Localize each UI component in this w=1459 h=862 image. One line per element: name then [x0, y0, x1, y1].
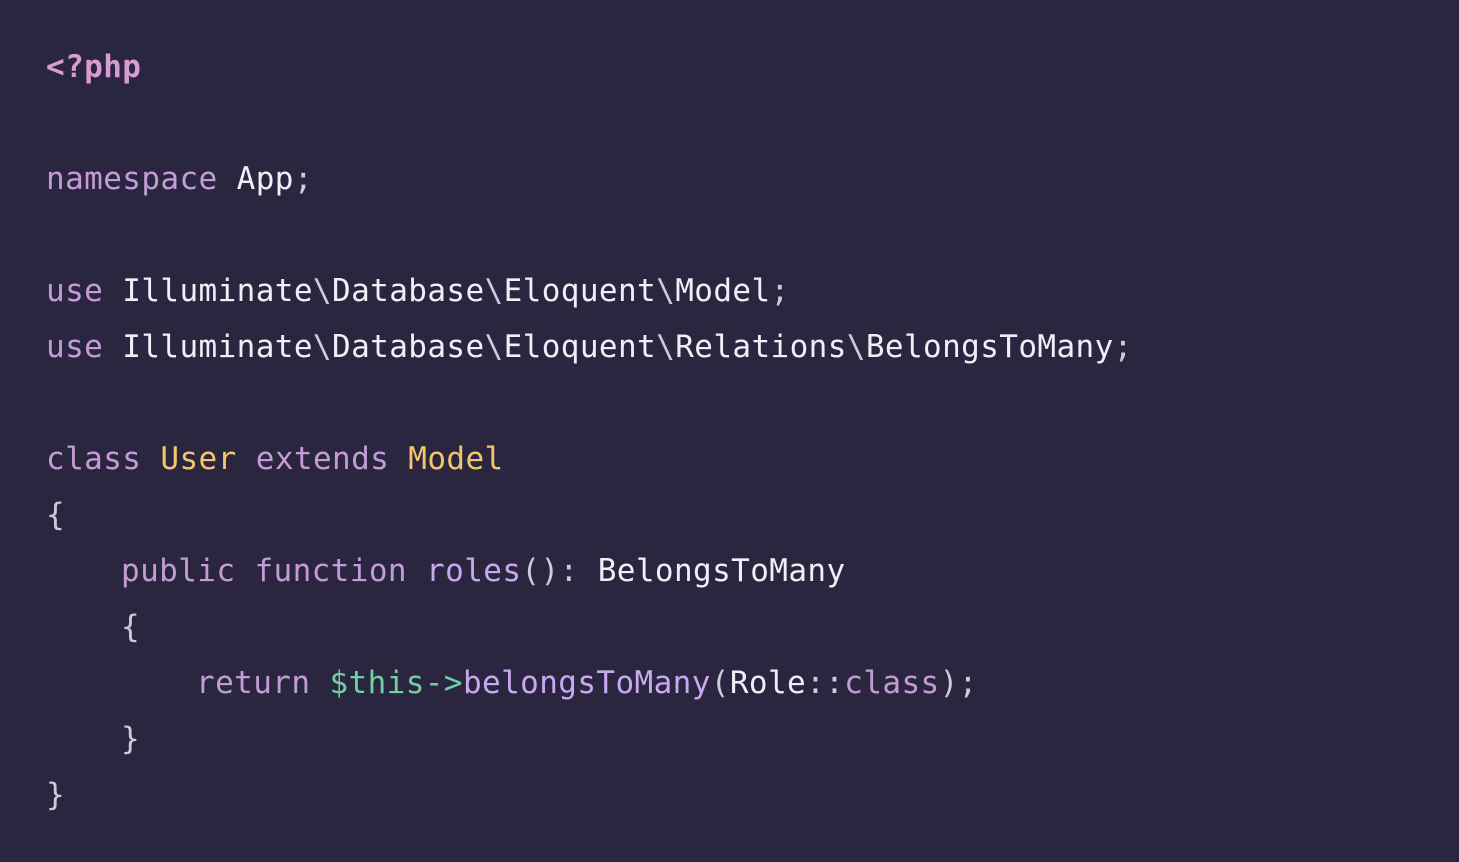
code-line-1: <?php [46, 39, 1459, 95]
code-editor: <?php namespace App; use Illuminate\Data… [0, 0, 1459, 862]
function-keyword: function [254, 553, 407, 589]
class-constant: class [844, 665, 940, 701]
parent-class-name: Model [408, 441, 504, 477]
object-operator: -> [424, 665, 463, 701]
method-close-brace: } [121, 721, 141, 757]
code-line-8: class User extends Model [46, 431, 1459, 487]
class-close-brace: } [46, 777, 66, 813]
code-line-13: } [46, 711, 1459, 767]
namespace-name: App [236, 161, 294, 197]
return-type-colon: : [559, 553, 579, 589]
use-keyword: use [46, 273, 104, 309]
namespace-separator: \ [312, 329, 332, 365]
method-parens: () [521, 553, 560, 589]
use2-segment: Database [332, 329, 485, 365]
namespace-separator: \ [484, 329, 504, 365]
scope-operator: :: [806, 665, 845, 701]
close-paren-semicolon: ); [939, 665, 978, 701]
namespace-separator: \ [312, 273, 332, 309]
call-name: belongsToMany [462, 665, 711, 701]
use-keyword: use [46, 329, 104, 365]
code-line-3: namespace App; [46, 151, 1459, 207]
use1-segment: Model [675, 273, 771, 309]
use2-segment: Relations [675, 329, 847, 365]
use2-segment: BelongsToMany [865, 329, 1114, 365]
semicolon: ; [770, 273, 790, 309]
code-line-14: } [46, 767, 1459, 823]
class-keyword: class [46, 441, 142, 477]
use2-segment: Illuminate [122, 329, 313, 365]
code-line-10: public function roles(): BelongsToMany [46, 543, 1459, 599]
semicolon: ; [293, 161, 313, 197]
use2-segment: Eloquent [503, 329, 657, 365]
code-line-9: { [46, 487, 1459, 543]
namespace-separator: \ [656, 329, 676, 365]
namespace-separator: \ [656, 273, 676, 309]
public-keyword: public [121, 553, 236, 589]
use1-segment: Eloquent [503, 273, 657, 309]
use1-segment: Illuminate [122, 273, 313, 309]
return-keyword: return [196, 665, 311, 701]
return-type: BelongsToMany [597, 553, 846, 589]
namespace-keyword: namespace [46, 161, 218, 197]
namespace-separator: \ [484, 273, 504, 309]
php-open-tag: <?php [46, 49, 142, 85]
method-name: roles [426, 553, 522, 589]
class-open-brace: { [46, 497, 66, 533]
class-name: User [160, 441, 237, 477]
code-line-6: use Illuminate\Database\Eloquent\Relatio… [46, 319, 1459, 375]
argument-class: Role [729, 665, 807, 701]
this-variable: $this [329, 665, 425, 701]
code-line-12: return $this->belongsToMany(Role::class)… [46, 655, 1459, 711]
extends-keyword: extends [255, 441, 390, 477]
namespace-separator: \ [846, 329, 866, 365]
code-line-11: { [46, 599, 1459, 655]
method-open-brace: { [121, 609, 141, 645]
use1-segment: Database [332, 273, 485, 309]
open-paren: ( [710, 665, 730, 701]
semicolon: ; [1113, 329, 1133, 365]
code-line-5: use Illuminate\Database\Eloquent\Model; [46, 263, 1459, 319]
